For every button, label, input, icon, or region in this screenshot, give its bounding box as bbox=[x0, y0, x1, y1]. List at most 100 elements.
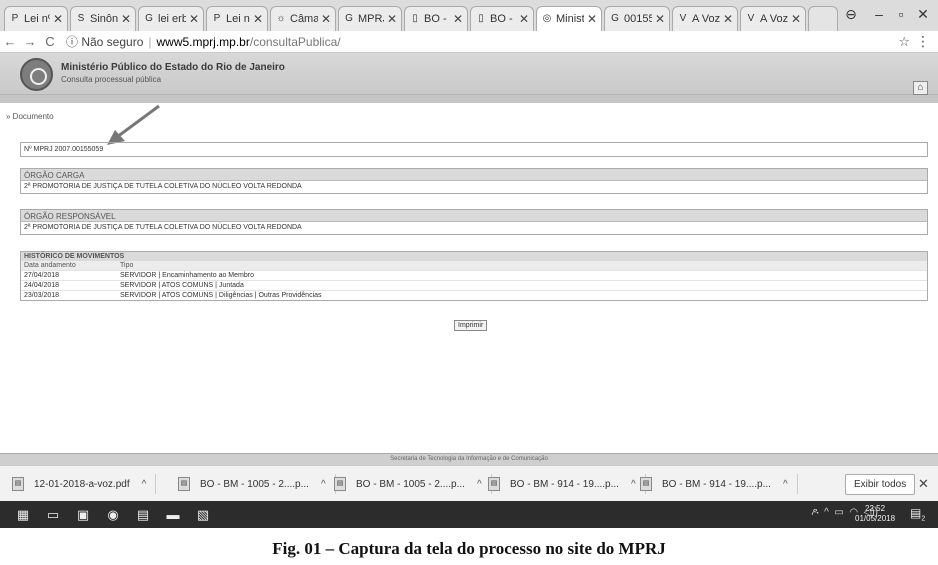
close-tab-icon[interactable]: ✕ bbox=[189, 12, 199, 26]
tab-favicon: ◎ bbox=[542, 13, 552, 24]
tab-favicon: G bbox=[611, 13, 619, 24]
close-tab-icon[interactable]: ✕ bbox=[453, 12, 463, 26]
close-tab-icon[interactable]: ✕ bbox=[253, 12, 263, 26]
file-icon: ▤ bbox=[178, 477, 190, 491]
task-view-icon[interactable]: ▭ bbox=[44, 506, 62, 524]
tab-label: 00155 bbox=[624, 13, 652, 25]
tab-favicon: V bbox=[747, 13, 755, 24]
close-tab-icon[interactable]: ✕ bbox=[53, 12, 63, 26]
table-row: 23/03/2018 SERVIDOR | ATOS COMUNS | Dili… bbox=[21, 290, 927, 300]
browser-tab-active[interactable]: ◎ Minist ✕ bbox=[536, 6, 602, 31]
chrome-icon[interactable]: ◉ bbox=[104, 506, 122, 524]
back-icon[interactable]: ← bbox=[0, 34, 20, 49]
folder-icon[interactable]: ▬ bbox=[164, 506, 182, 524]
orgao-responsavel-box: ÓRGÃO RESPONSÁVEL 2ª PROMOTORIA DE JUSTI… bbox=[20, 209, 928, 235]
row-type: SERVIDOR | ATOS COMUNS | Juntada bbox=[117, 280, 927, 291]
tab-favicon: P bbox=[11, 13, 19, 24]
start-icon[interactable]: ▦ bbox=[14, 506, 32, 524]
tab-favicon: P bbox=[213, 13, 221, 24]
chevron-up-icon[interactable]: ^ bbox=[783, 479, 788, 490]
close-shelf-icon[interactable]: ✕ bbox=[918, 476, 929, 492]
notification-icon[interactable]: ▤2 bbox=[910, 506, 925, 522]
tab-favicon: ☼ bbox=[276, 13, 286, 24]
chevron-up-icon[interactable]: ^ bbox=[477, 479, 482, 490]
show-all-downloads-button[interactable]: Exibir todos bbox=[845, 474, 916, 495]
file-icon: ▤ bbox=[488, 477, 500, 491]
security-indicator[interactable]: ⓘ Não seguro bbox=[66, 33, 143, 50]
figure-caption: Fig. 01 – Captura da tela do processo no… bbox=[272, 539, 666, 558]
chevron-up-icon[interactable]: ^ bbox=[321, 479, 326, 490]
tab-label: Sinôni bbox=[90, 13, 118, 25]
browser-tab[interactable]: ▯ BO - B✕ bbox=[404, 6, 468, 31]
download-filename: 12-01-2018-a-voz.pdf bbox=[34, 478, 130, 490]
download-item[interactable]: ▤ BO - BM - 1005 - 2....p... ^ bbox=[334, 474, 492, 494]
breadcrumb: » Documento bbox=[6, 112, 54, 121]
store-icon[interactable]: ▣ bbox=[74, 506, 92, 524]
file-icon: ▤ bbox=[12, 477, 24, 491]
browser-tab[interactable]: P Lei nº✕ bbox=[4, 6, 68, 31]
browser-tab[interactable]: G 00155 ✕ bbox=[604, 6, 670, 31]
row-type: SERVIDOR | ATOS COMUNS | Diligências | O… bbox=[117, 290, 927, 300]
browser-tab[interactable]: ☼ Câmai✕ bbox=[270, 6, 336, 31]
browser-tab[interactable]: P Lei nº✕ bbox=[206, 6, 268, 31]
close-tab-icon[interactable]: ✕ bbox=[121, 12, 131, 26]
url-path: /consultaPublica/ bbox=[249, 34, 341, 49]
column-header: Tipo bbox=[117, 261, 927, 271]
image-app-icon[interactable]: ▧ bbox=[194, 506, 212, 524]
tab-label: Lei nº bbox=[226, 13, 250, 25]
download-filename: BO - BM - 914 - 19....p... bbox=[510, 478, 619, 490]
browser-tab[interactable]: V A Voz ✕ bbox=[740, 6, 806, 31]
browser-tab[interactable]: Glei erb ✕ bbox=[138, 6, 204, 31]
orgao-carga-value: 2ª PROMOTORIA DE JUSTIÇA DE TUTELA COLET… bbox=[24, 183, 302, 190]
reload-icon[interactable]: C bbox=[40, 34, 60, 49]
url-field[interactable]: ⓘ Não seguro | www5.mprj.mp.br/consultaP… bbox=[66, 33, 341, 50]
taskbar: ▦ ▭ ▣ ◉ ▤ ▬ ▧ ዶ ^ ▭ ◠ ◁)) 22:52 01/05/20… bbox=[0, 501, 938, 528]
browser-tab[interactable]: V A Voz ✕ bbox=[672, 6, 738, 31]
mprj-logo bbox=[20, 58, 53, 91]
close-tab-icon[interactable]: ✕ bbox=[723, 12, 733, 26]
close-tab-icon[interactable]: ✕ bbox=[791, 12, 801, 26]
close-tab-icon[interactable]: ✕ bbox=[519, 12, 529, 26]
close-window-button[interactable]: ✕ bbox=[910, 6, 936, 23]
download-item[interactable]: ▤ BO - BM - 914 - 19....p... ^ bbox=[640, 474, 798, 494]
historico-table: HISTÓRICO DE MOVIMENTOS Data andamento T… bbox=[21, 252, 927, 300]
divider bbox=[796, 474, 798, 494]
close-tab-icon[interactable]: ✕ bbox=[321, 12, 331, 26]
tab-label: A Voz bbox=[692, 13, 720, 25]
browser-tab[interactable]: ▯ BO - B✕ bbox=[470, 6, 534, 31]
browser-tab[interactable]: S Sinôni ✕ bbox=[70, 6, 136, 31]
new-tab-button[interactable] bbox=[808, 6, 838, 31]
download-filename: BO - BM - 1005 - 2....p... bbox=[200, 478, 309, 490]
row-type: SERVIDOR | Encaminhamento ao Membro bbox=[117, 270, 927, 281]
tab-label: BO - B bbox=[490, 13, 516, 25]
close-tab-icon[interactable]: ✕ bbox=[655, 12, 665, 26]
tab-label: A Voz bbox=[760, 13, 788, 25]
orgao-responsavel-label: ÓRGÃO RESPONSÁVEL bbox=[21, 210, 927, 222]
close-tab-icon[interactable]: ✕ bbox=[387, 12, 397, 26]
url-separator: | bbox=[148, 34, 152, 49]
clock[interactable]: 22:52 01/05/2018 bbox=[855, 504, 895, 524]
document-app-icon[interactable]: ▤ bbox=[134, 506, 152, 524]
profile-icon[interactable]: ⊖ bbox=[838, 6, 864, 23]
tab-favicon: G bbox=[345, 13, 353, 24]
close-tab-icon[interactable]: ✕ bbox=[587, 12, 597, 26]
divider bbox=[155, 474, 157, 494]
header-divider bbox=[0, 95, 938, 103]
download-item[interactable]: ▤ BO - BM - 914 - 19....p... ^ bbox=[488, 474, 646, 494]
mprj-number-box: Nº MPRJ 2007.00155059 bbox=[20, 142, 928, 157]
browser-menu-icon[interactable]: ⋮ bbox=[916, 33, 930, 50]
chevron-up-icon[interactable]: ^ bbox=[142, 479, 147, 490]
clock-date: 01/05/2018 bbox=[855, 514, 896, 523]
forward-icon[interactable]: → bbox=[20, 34, 40, 49]
column-header: Data andamento bbox=[21, 261, 117, 271]
chevron-up-icon[interactable]: ^ bbox=[631, 479, 636, 490]
tab-label: BO - B bbox=[424, 13, 450, 25]
download-item[interactable]: ▤ BO - BM - 1005 - 2....p... ^ bbox=[178, 474, 336, 494]
orgao-responsavel-value: 2ª PROMOTORIA DE JUSTIÇA DE TUTELA COLET… bbox=[24, 224, 302, 231]
download-item[interactable]: ▤ 12-01-2018-a-voz.pdf ^ bbox=[12, 474, 157, 494]
print-button[interactable]: Imprimir bbox=[454, 320, 488, 331]
bookmark-star-icon[interactable]: ☆ bbox=[898, 34, 910, 50]
file-icon: ▤ bbox=[640, 477, 652, 491]
home-icon[interactable]: ⌂ bbox=[913, 81, 928, 95]
browser-tab[interactable]: G MPRJ✕ bbox=[338, 6, 402, 31]
